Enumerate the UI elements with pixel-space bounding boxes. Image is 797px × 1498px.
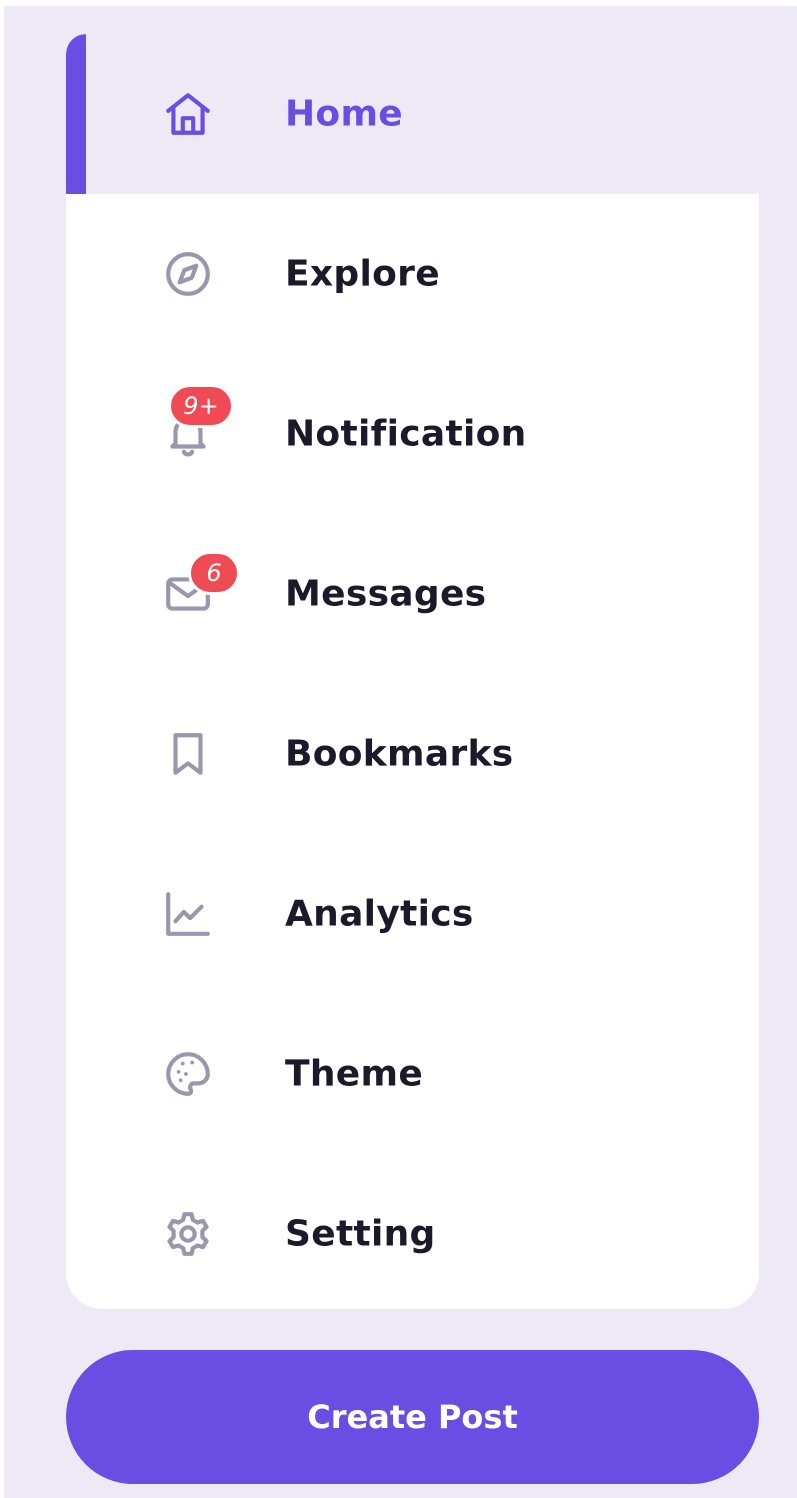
bookmark-icon [158,724,218,784]
sidebar-item-label: Setting [285,1213,436,1255]
sidebar-item-theme[interactable]: Theme [66,994,759,1154]
sidebar-item-label: Notification [285,413,527,455]
sidebar-item-messages[interactable]: 6 Messages [66,514,759,674]
messages-badge: 6 [188,551,240,595]
sidebar-item-label: Explore [285,253,440,295]
sidebar-item-home[interactable]: Home [66,34,759,194]
nav-menu: Home Explore 9+ Notification 6 Messages … [66,34,759,1309]
compass-icon [158,244,218,304]
home-icon [158,84,218,144]
palette-icon [158,1044,218,1104]
sidebar-item-setting[interactable]: Setting [66,1154,759,1309]
sidebar-item-label: Messages [285,573,487,615]
create-post-button[interactable]: Create Post [66,1350,759,1484]
sidebar-item-label: Analytics [285,893,474,935]
sidebar-item-label: Home [285,93,403,135]
sidebar-item-analytics[interactable]: Analytics [66,834,759,994]
notification-badge: 9+ [168,384,234,428]
sidebar-item-label: Theme [285,1053,424,1095]
sidebar-item-bookmarks[interactable]: Bookmarks [66,674,759,834]
chart-line-icon [158,884,218,944]
gear-icon [158,1204,218,1264]
sidebar: Home Explore 9+ Notification 6 Messages … [4,6,797,1498]
sidebar-item-notification[interactable]: 9+ Notification [66,354,759,514]
sidebar-item-label: Bookmarks [285,733,514,775]
sidebar-item-explore[interactable]: Explore [66,194,759,354]
